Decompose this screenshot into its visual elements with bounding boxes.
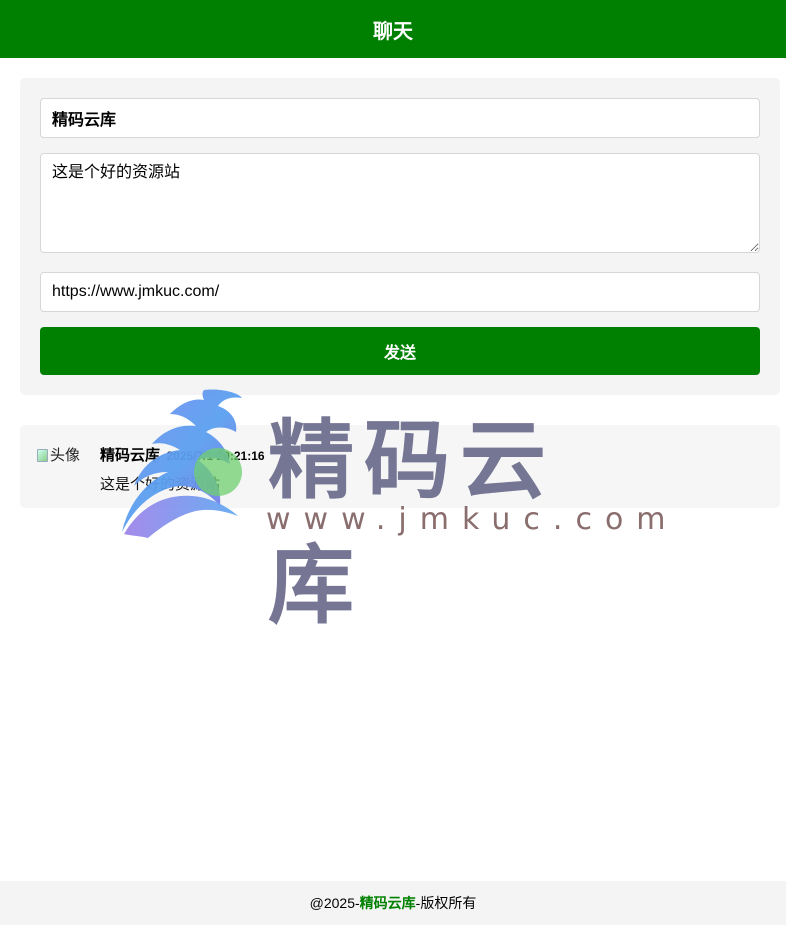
message-author: 精码云库	[100, 447, 161, 464]
footer: @2025- 精码云库 -版权所有	[0, 881, 786, 925]
top-bar: 聊天	[0, 0, 786, 58]
avatar: 头像	[36, 444, 80, 465]
compose-form: 这是个好的资源站 发送	[20, 78, 780, 395]
url-input[interactable]	[40, 272, 760, 312]
message-time: 2025/7/1 20:21:16	[166, 449, 265, 463]
message-text: 这是个好的资源站	[100, 476, 221, 493]
avatar-alt-text: 头像	[50, 447, 81, 464]
page-title: 聊天	[373, 20, 413, 43]
footer-site-link[interactable]: 精码云库	[360, 893, 416, 913]
footer-suffix: -版权所有	[415, 895, 477, 911]
send-button[interactable]: 发送	[40, 327, 760, 375]
message-header: 精码云库 2025/7/1 20:21:16	[100, 444, 265, 465]
message-item: 头像 精码云库 2025/7/1 20:21:16 这是个好的资源站	[20, 425, 780, 508]
message-textarea[interactable]: 这是个好的资源站	[40, 153, 760, 253]
name-input[interactable]	[40, 98, 760, 138]
footer-prefix: @2025-	[309, 895, 360, 911]
chat-page: 聊天 这是个好的资源站 发送 头像 精码云库 2025/7/1 20:21:16…	[0, 0, 786, 925]
broken-image-icon	[36, 448, 48, 462]
